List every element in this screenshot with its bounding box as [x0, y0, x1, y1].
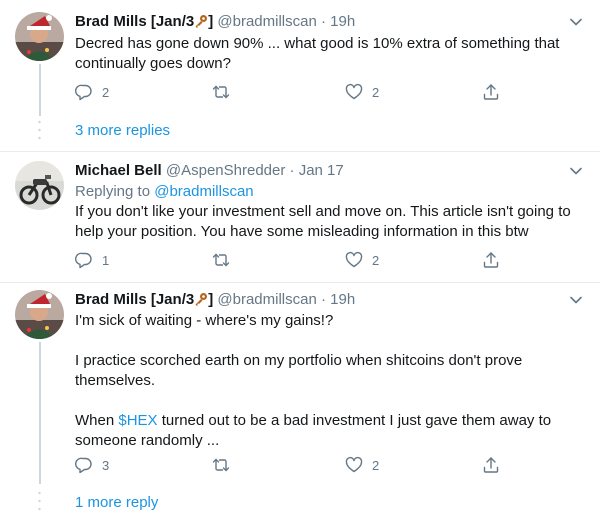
separator-dot: · — [289, 162, 295, 179]
retweet-button[interactable] — [212, 250, 239, 270]
avatar[interactable] — [15, 12, 64, 61]
reply-button[interactable]: 2 — [75, 82, 109, 102]
thread-line — [39, 64, 41, 116]
divider — [0, 151, 600, 152]
timestamp[interactable]: 19h — [330, 13, 355, 30]
replying-to: Replying to @bradmillscan — [75, 183, 254, 200]
timestamp[interactable]: 19h — [330, 291, 355, 308]
tweet-actions: 2 2 — [75, 82, 515, 102]
display-name[interactable]: Michael Bell — [75, 162, 162, 179]
like-icon — [345, 456, 363, 473]
display-name-end: ] — [208, 13, 214, 30]
like-icon — [345, 83, 363, 100]
reply-count: 2 — [102, 84, 110, 100]
reply-count: 3 — [102, 457, 110, 473]
like-count: 2 — [372, 457, 380, 473]
like-count: 2 — [372, 84, 380, 100]
like-button[interactable]: 2 — [345, 250, 379, 270]
tweet-text-line: I'm sick of waiting - where's my gains!? — [75, 312, 334, 329]
key-icon — [194, 14, 208, 28]
reply-icon — [75, 457, 92, 474]
divider — [0, 282, 600, 283]
separator-dot: · — [320, 291, 326, 308]
cashtag-link[interactable]: $HEX — [118, 412, 157, 429]
retweet-button[interactable] — [212, 82, 239, 102]
reply-count: 1 — [102, 252, 110, 268]
tweet-text-line: If you don't like your investment sell a… — [75, 203, 571, 240]
share-icon — [483, 457, 499, 473]
share-button[interactable] — [482, 250, 500, 270]
key-icon — [194, 292, 208, 306]
like-count: 2 — [372, 252, 380, 268]
share-icon — [483, 84, 499, 100]
like-icon — [345, 251, 363, 268]
chevron-down-icon[interactable] — [569, 293, 583, 307]
share-button[interactable] — [482, 455, 500, 475]
display-name-end: ] — [208, 291, 214, 308]
separator-dot: · — [320, 13, 326, 30]
twitter-thread: Brad Mills [Jan/3] @bradmillscan · 19h D… — [0, 0, 600, 523]
tweet-header: Michael Bell @AspenShredder · Jan 17 — [75, 161, 580, 181]
tweet-text: Decred has gone down 90% ... what good i… — [75, 34, 583, 74]
share-button[interactable] — [482, 82, 500, 102]
user-handle[interactable]: @bradmillscan — [217, 13, 316, 30]
retweet-icon — [212, 85, 230, 99]
replying-to-handle[interactable]: @bradmillscan — [154, 183, 253, 200]
display-name[interactable]: Brad Mills [Jan/3 — [75, 13, 194, 30]
reply-button[interactable]: 3 — [75, 455, 109, 475]
avatar[interactable] — [15, 290, 64, 339]
thread-line — [39, 342, 41, 484]
display-name[interactable]: Brad Mills [Jan/3 — [75, 291, 194, 308]
reply-icon — [75, 84, 92, 101]
show-more-replies-link[interactable]: 3 more replies — [75, 121, 170, 141]
tweet-text-line: Decred has gone down 90% ... what good i… — [75, 35, 560, 72]
tweet-header: Brad Mills [Jan/3] @bradmillscan · 19h — [75, 290, 580, 310]
tweet-text-line: I practice scorched earth on my portfoli… — [75, 352, 523, 389]
retweet-icon — [212, 253, 230, 267]
like-button[interactable]: 2 — [345, 455, 379, 475]
avatar[interactable] — [15, 161, 64, 210]
reply-icon — [75, 252, 92, 269]
tweet-text: I'm sick of waiting - where's my gains!?… — [75, 311, 583, 451]
tweet-header: Brad Mills [Jan/3] @bradmillscan · 19h — [75, 12, 580, 32]
show-more-replies-link[interactable]: 1 more reply — [75, 493, 158, 513]
tweet-actions: 1 2 — [75, 250, 515, 270]
thread-dots — [38, 491, 41, 511]
retweet-button[interactable] — [212, 455, 239, 475]
like-button[interactable]: 2 — [345, 82, 379, 102]
chevron-down-icon[interactable] — [569, 15, 583, 29]
thread-dots — [38, 120, 41, 140]
tweet-actions: 3 2 — [75, 455, 515, 475]
timestamp[interactable]: Jan 17 — [299, 162, 344, 179]
chevron-down-icon[interactable] — [569, 164, 583, 178]
user-handle[interactable]: @bradmillscan — [217, 291, 316, 308]
tweet-text-line: When $HEX turned out to be a bad investm… — [75, 412, 552, 449]
tweet-text: Replying to @bradmillscan If you don't l… — [75, 182, 583, 242]
share-icon — [483, 252, 499, 268]
reply-button[interactable]: 1 — [75, 250, 109, 270]
retweet-icon — [212, 458, 230, 472]
user-handle[interactable]: @AspenShredder — [166, 162, 285, 179]
